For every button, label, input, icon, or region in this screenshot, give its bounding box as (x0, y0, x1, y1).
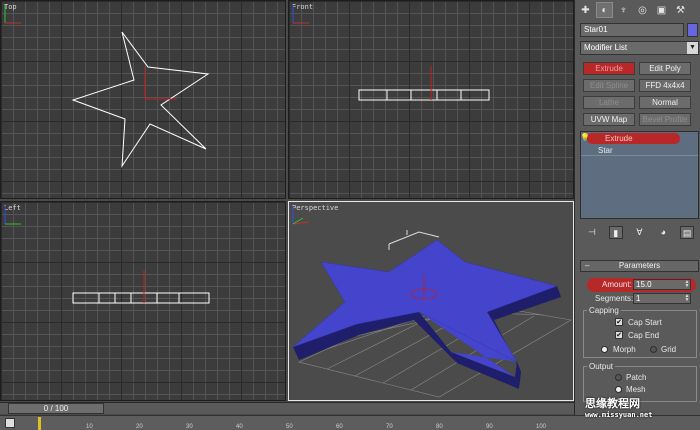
tick-100: 100 (536, 424, 547, 430)
viewport-top[interactable]: Top (0, 0, 286, 199)
axis-gizmo-icon (292, 5, 309, 24)
patch-label[interactable]: Patch (626, 373, 646, 382)
tick-30: 30 (186, 424, 193, 430)
utilities-icon[interactable]: ⚒ (672, 2, 689, 18)
segments-spinner[interactable]: 1 ▲ ▼ (633, 293, 691, 304)
modifier-stack[interactable]: Extrude Star (580, 131, 699, 219)
patch-radio[interactable] (615, 374, 622, 381)
cap-start-checkbox[interactable]: ✔ (615, 318, 623, 326)
bevel-profile-button[interactable]: Bevel Profile (639, 113, 691, 126)
command-panel-tabs: ✚ ◐ ♆ ◎ ▣ ⚒ (577, 2, 699, 20)
pin-stack-icon[interactable]: ⊣ (585, 226, 599, 239)
amount-spinner[interactable]: 15.0 ▲ ▼ (633, 279, 691, 290)
grid-label[interactable]: Grid (661, 345, 676, 354)
amount-value[interactable]: 15.0 (636, 280, 652, 289)
stack-item-star[interactable]: Star (581, 145, 698, 156)
uvw-map-button[interactable]: UVW Map (583, 113, 635, 126)
segments-label: Segments: (595, 294, 634, 303)
stack-toolbar: ⊣ ▮ ∀ ◕ ▤ (580, 226, 699, 240)
amount-label: Amount: (602, 280, 632, 289)
axis-gizmo-icon (4, 206, 21, 225)
watermark-chinese: 思缘教程网 (585, 398, 640, 410)
tick-10: 10 (86, 424, 93, 430)
output-label: Output (587, 362, 616, 371)
watermark: 思缘教程网 www.missyuan.net (585, 395, 700, 419)
command-panel: ✚ ◐ ♆ ◎ ▣ ⚒ Star01 Modifier List ▼ Extru… (574, 0, 700, 430)
show-end-result-icon[interactable]: ▮ (608, 226, 623, 239)
tick-90: 90 (486, 424, 493, 430)
cap-end-checkbox[interactable]: ✔ (615, 331, 623, 339)
remove-modifier-icon[interactable]: ◕ (656, 226, 670, 239)
modifier-list-dropdown[interactable]: Modifier List ▼ (580, 41, 699, 55)
cap-end-label[interactable]: Cap End (628, 331, 659, 340)
lathe-button[interactable]: Lathe (583, 96, 635, 109)
parameters-rollout-header[interactable]: – Parameters (580, 260, 699, 272)
spinner-arrows-icon[interactable]: ▲ ▼ (684, 280, 690, 289)
edit-poly-button[interactable]: Edit Poly (639, 62, 691, 75)
stack-item-extrude[interactable]: Extrude (587, 133, 680, 144)
extruded-star-3d (292, 230, 572, 398)
star-shape-left (72, 270, 210, 304)
segments-value[interactable]: 1 (636, 294, 640, 303)
capping-label: Capping (587, 306, 621, 315)
viewport-left[interactable]: Left (0, 201, 286, 401)
tick-50: 50 (286, 424, 293, 430)
create-icon[interactable]: ✚ (577, 2, 594, 18)
mesh-label[interactable]: Mesh (626, 385, 646, 394)
grid-radio[interactable] (650, 346, 657, 353)
watermark-url: www.missyuan.net (585, 411, 653, 419)
time-slider[interactable]: 0 / 100 (8, 403, 104, 414)
edit-spline-button[interactable]: Edit Spline (583, 79, 635, 92)
lightbulb-icon[interactable]: 💡 (580, 133, 590, 142)
star-shape-top (71, 31, 210, 168)
object-name-field[interactable]: Star01 (580, 23, 684, 37)
object-color-swatch[interactable] (687, 23, 698, 37)
cap-start-label[interactable]: Cap Start (628, 318, 662, 327)
normal-button[interactable]: Normal (639, 96, 691, 109)
mesh-radio[interactable] (615, 386, 622, 393)
modify-icon[interactable]: ◐ (596, 2, 613, 18)
extrude-button[interactable]: Extrude (583, 62, 635, 75)
configure-sets-icon[interactable]: ▤ (680, 226, 695, 239)
tick-80: 80 (436, 424, 443, 430)
tick-20: 20 (136, 424, 143, 430)
motion-icon[interactable]: ◎ (634, 2, 651, 18)
time-marker[interactable] (38, 417, 41, 430)
display-icon[interactable]: ▣ (653, 2, 670, 18)
make-unique-icon[interactable]: ∀ (632, 226, 646, 239)
morph-label[interactable]: Morph (613, 345, 636, 354)
star-shape-front (358, 66, 490, 101)
ffd-button[interactable]: FFD 4x4x4 (639, 79, 691, 92)
chevron-down-icon[interactable]: ▼ (687, 42, 698, 54)
axis-gizmo-icon (4, 5, 21, 24)
morph-radio[interactable] (601, 346, 608, 353)
hierarchy-icon[interactable]: ♆ (615, 2, 632, 18)
spinner-arrows-icon[interactable]: ▲ ▼ (684, 294, 690, 303)
viewport-front[interactable]: Front (288, 0, 574, 199)
tick-40: 40 (236, 424, 243, 430)
key-mode-icon[interactable] (5, 418, 15, 428)
tick-60: 60 (336, 424, 343, 430)
axis-gizmo-icon (292, 206, 310, 225)
modifier-list-label: Modifier List (584, 43, 628, 52)
parameters-title: Parameters (618, 261, 661, 270)
collapse-icon[interactable]: – (585, 261, 589, 271)
tick-70: 70 (386, 424, 393, 430)
viewport-perspective[interactable]: Perspective (288, 201, 574, 401)
